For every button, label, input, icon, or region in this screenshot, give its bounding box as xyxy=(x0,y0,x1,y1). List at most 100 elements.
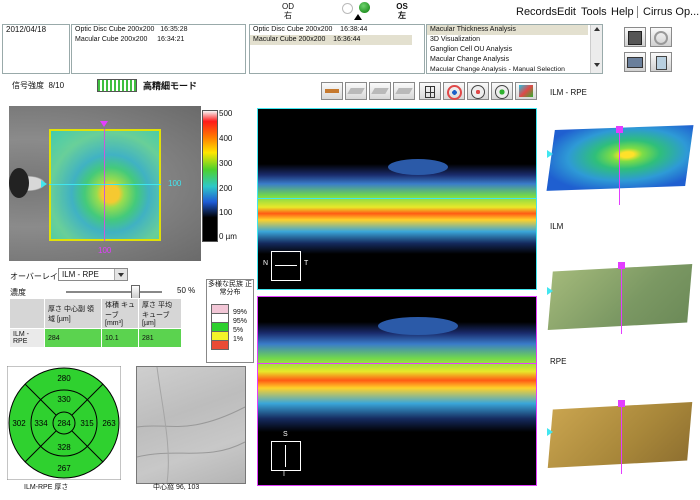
tool-plane2-icon[interactable] xyxy=(369,82,391,100)
os-sub-text: 左 xyxy=(398,11,406,20)
scan-time: 16:34:21 xyxy=(157,36,185,43)
surface-rpe[interactable] xyxy=(542,398,693,480)
menu-help[interactable]: Help xyxy=(611,6,634,18)
horizontal-marker-icon[interactable] xyxy=(41,180,47,188)
exam-date[interactable]: 2012/04/18 xyxy=(3,25,69,35)
analysis-list-scrollbar[interactable] xyxy=(590,25,602,73)
analysis-item[interactable]: Macular Change Analysis - Manual Selecti… xyxy=(427,65,602,73)
tool-plane3-icon[interactable] xyxy=(393,82,415,100)
hd-mode-label: 高精細モード xyxy=(143,81,198,91)
etdrs-outer-right: 263 xyxy=(102,419,116,428)
surface-ilm-rpe[interactable] xyxy=(542,110,694,205)
os-text: OS xyxy=(396,2,408,11)
scale-tick: 200 xyxy=(219,184,233,193)
oct-retina-layers-lower xyxy=(258,322,536,432)
plane-icon-shape xyxy=(347,88,365,94)
menu-tools[interactable]: Tools xyxy=(581,6,607,18)
analysis-item-selected[interactable]: Macular Thickness Analysis xyxy=(427,25,588,35)
menu-cirrus[interactable]: Cirrus Op... xyxy=(643,6,699,18)
oct-upper-scan[interactable]: N T xyxy=(257,108,537,290)
tool-eye-slice-icon[interactable] xyxy=(467,82,489,100)
table-row: ILM - RPE 284 10.1 281 xyxy=(9,328,182,348)
etdrs-inner-bottom: 328 xyxy=(57,443,71,452)
norm-percent: 5% xyxy=(233,327,244,334)
scan-time: 16:36:44 xyxy=(333,36,361,43)
table-row-label: ILM - RPE xyxy=(9,328,45,348)
analysis-item[interactable]: 3D Visualization xyxy=(427,35,602,45)
fundus-image[interactable]: 100 100 xyxy=(9,106,201,261)
plane2-icon-shape xyxy=(371,88,389,94)
color-scale-bar xyxy=(202,110,218,242)
tool-eye-add-icon[interactable] xyxy=(491,82,513,100)
etdrs-inner-top: 330 xyxy=(57,395,71,404)
overlay-select[interactable]: ILM - RPE xyxy=(58,268,128,281)
orient-s: S xyxy=(283,431,288,438)
scan-item[interactable]: Optic Disc Cube 200x200 16:38:44 xyxy=(250,25,424,35)
refresh-icon[interactable] xyxy=(650,27,672,47)
surface-marker-icon[interactable] xyxy=(616,126,623,133)
surface-marker-icon[interactable] xyxy=(618,400,625,407)
fovea-image[interactable] xyxy=(136,366,246,484)
exam-date-panel[interactable]: 2012/04/18 xyxy=(2,24,70,74)
dropdown-arrow-icon[interactable] xyxy=(114,269,127,280)
surface-marker-icon[interactable] xyxy=(618,262,625,269)
os-eye-icon[interactable] xyxy=(359,2,370,13)
scan-list-right[interactable]: Optic Disc Cube 200x200 16:38:44 Macular… xyxy=(249,24,425,74)
surface-vline xyxy=(621,264,622,334)
eye-slice-icon-shape xyxy=(471,85,485,99)
table-corner xyxy=(9,298,45,329)
table-cell: 10.1 xyxy=(101,328,139,348)
menu-records[interactable]: Records xyxy=(516,6,557,18)
od-label[interactable]: OD 右 xyxy=(281,2,295,20)
tool-plane-icon[interactable] xyxy=(345,82,367,100)
tool-layer-icon[interactable] xyxy=(321,82,343,100)
table-cell: 284 xyxy=(44,328,102,348)
etdrs-outer-left: 302 xyxy=(12,419,26,428)
surface-label-ilm-rpe: ILM - RPE xyxy=(550,88,587,97)
scale-tick: 400 xyxy=(219,134,233,143)
surface-arrow-icon[interactable] xyxy=(547,287,553,295)
refresh-icon-shape xyxy=(654,31,668,45)
orient-t: T xyxy=(304,260,309,267)
surface-arrow-icon[interactable] xyxy=(547,150,553,158)
scroll-up-icon[interactable] xyxy=(593,27,600,31)
scroll-down-icon[interactable] xyxy=(593,63,600,67)
hd-mode-indicator xyxy=(97,79,137,92)
table-header: 厚さ 中心副 領域 [µm] xyxy=(44,298,102,329)
scan-item[interactable]: Optic Disc Cube 200x200 16:35:28 xyxy=(72,25,245,35)
scale-tick: 300 xyxy=(219,159,233,168)
3d-icon-shape xyxy=(519,85,533,97)
surface-arrow-icon[interactable] xyxy=(547,428,553,436)
tool-3d-icon[interactable] xyxy=(515,82,537,100)
scan-list-left[interactable]: Optic Disc Cube 200x200 16:35:28 Macular… xyxy=(71,24,246,74)
etdrs-inner-left: 334 xyxy=(34,419,48,428)
norm-percent: 99% xyxy=(233,309,248,316)
menu-edit[interactable]: Edit xyxy=(557,6,576,18)
norms-legend: 多様な民族 正常分布 99% 95% 5% 1% xyxy=(206,279,254,363)
density-value: 50 % xyxy=(177,286,196,295)
density-slider-thumb[interactable] xyxy=(131,285,140,299)
scan-item[interactable]: Macular Cube 200x200 16:34:21 xyxy=(72,35,245,45)
scan-time: 16:35:28 xyxy=(160,26,188,33)
tool-target-icon[interactable] xyxy=(443,82,465,100)
tool-grid-icon[interactable] xyxy=(419,82,441,100)
signal-label: 信号強度 xyxy=(12,81,44,90)
oct-lower-scan[interactable]: S I xyxy=(257,296,537,486)
density-slider-track[interactable] xyxy=(66,291,162,293)
scan-item-selected[interactable]: Macular Cube 200x200 16:36:44 xyxy=(250,35,412,45)
print-icon[interactable] xyxy=(624,52,646,72)
od-eye-icon[interactable] xyxy=(342,3,353,14)
table-header: 体積 キューブ [mm³] xyxy=(101,298,139,329)
analysis-list[interactable]: Macular Thickness Analysis 3D Visualizat… xyxy=(426,24,603,74)
delete-icon[interactable] xyxy=(650,52,672,72)
analysis-item[interactable]: Ganglion Cell OU Analysis xyxy=(427,45,602,55)
scan-name: Macular Cube 200x200 xyxy=(253,36,326,43)
save-icon[interactable] xyxy=(624,27,646,47)
surface-ilm[interactable] xyxy=(542,258,693,340)
analysis-item[interactable]: Macular Change Analysis xyxy=(427,55,602,65)
vertical-marker-icon[interactable] xyxy=(100,121,108,127)
os-label[interactable]: OS 左 xyxy=(395,2,409,20)
optic-disc xyxy=(9,168,29,198)
etdrs-outer-bottom: 267 xyxy=(57,464,71,473)
fovea-caption: 中心窩 96, 103 xyxy=(153,484,200,491)
